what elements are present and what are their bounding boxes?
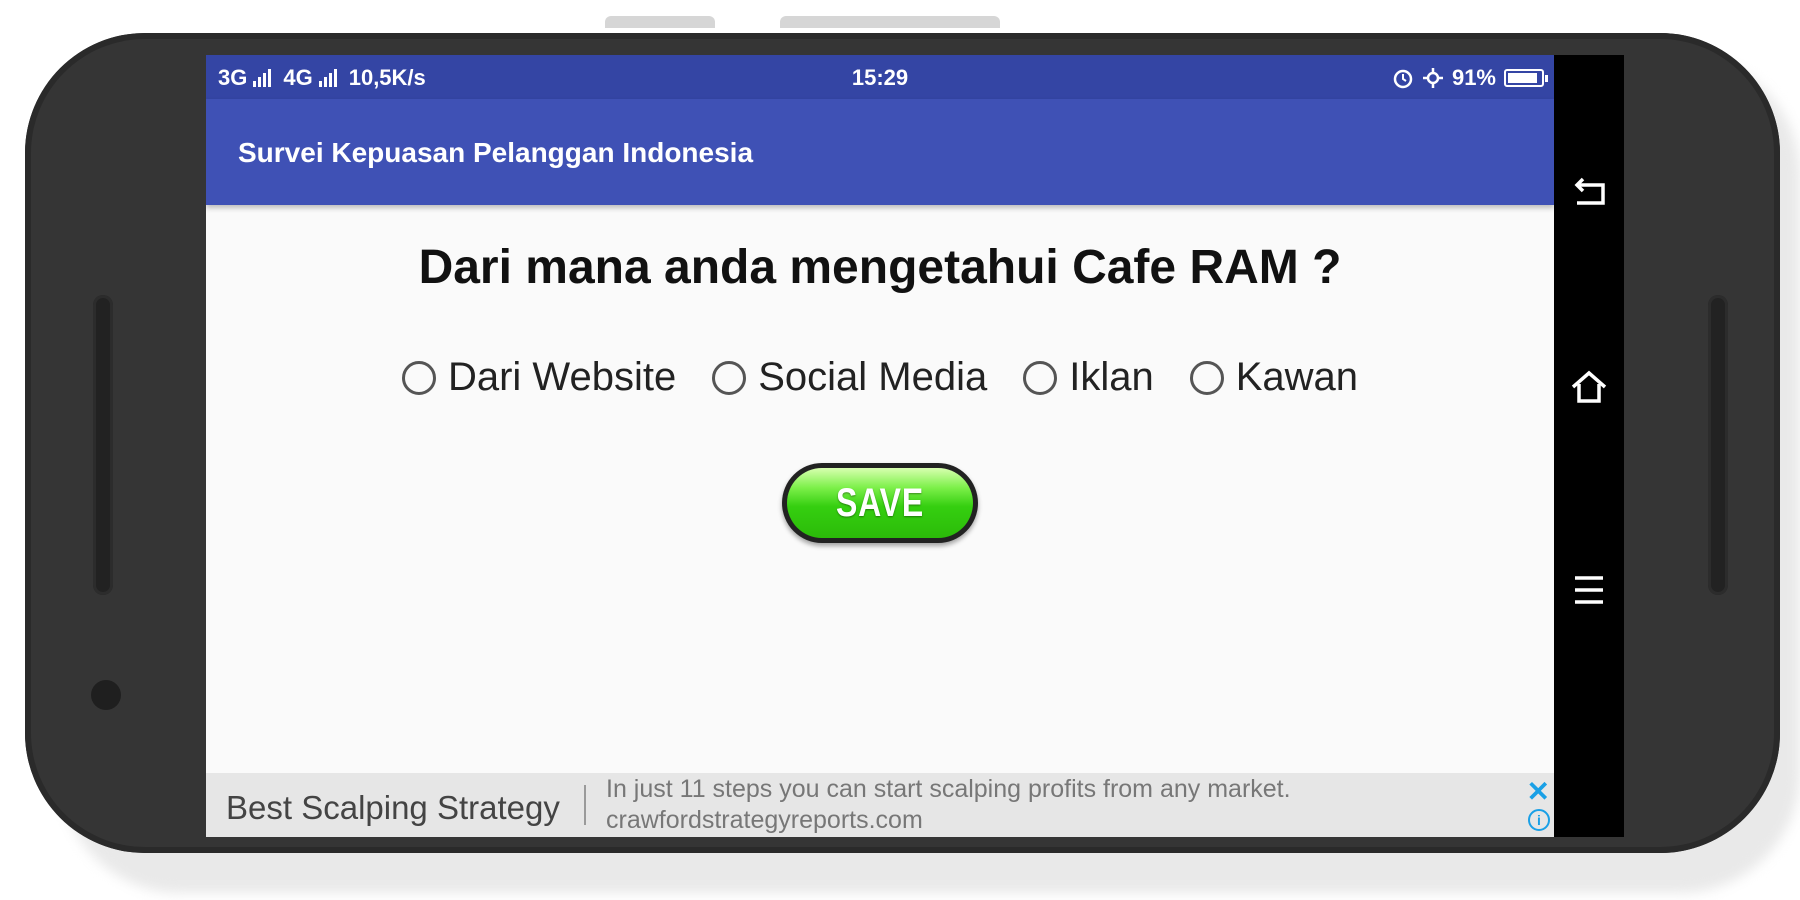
radio-option-kawan[interactable]: Kawan (1189, 355, 1359, 400)
alarm-icon (1393, 69, 1413, 89)
radio-label: Iklan (1069, 355, 1154, 399)
battery-icon (1504, 69, 1548, 87)
ad-banner[interactable]: Best Scalping Strategy In just 11 steps … (206, 773, 1554, 837)
settings-icon (1422, 68, 1443, 88)
phone-speaker-left (93, 295, 113, 595)
phone-top-button-left (605, 16, 715, 28)
menu-icon[interactable] (1569, 570, 1609, 610)
radio-circle[interactable] (712, 360, 747, 395)
radio-circle[interactable] (401, 360, 436, 395)
close-icon[interactable]: ✕ (1527, 775, 1550, 808)
save-label: SAVE (836, 480, 924, 525)
radio-label: Social Media (758, 355, 988, 399)
radio-option-social-media[interactable]: Social Media (712, 355, 987, 400)
battery-fill (1508, 73, 1538, 83)
home-icon[interactable] (1569, 367, 1609, 407)
radio-label: Dari Website (447, 355, 677, 399)
ad-description[interactable]: In just 11 steps you can start scalping … (606, 775, 1291, 804)
back-icon[interactable] (1569, 175, 1609, 215)
clock: 15:29 (851, 65, 909, 90)
app-toolbar: Survei Kepuasan Pelanggan Indonesia (206, 99, 1554, 205)
screen: 3G 4G 10,5K/s 15:29 91% Survei Kepuasan … (206, 55, 1624, 837)
radio-option-website[interactable]: Dari Website (401, 355, 677, 400)
phone-speaker-right (1708, 295, 1728, 595)
save-button-face: SAVE (787, 468, 973, 538)
radio-circle[interactable] (1189, 360, 1224, 395)
ad-title[interactable]: Best Scalping Strategy (226, 789, 560, 827)
phone-top-button-right (780, 16, 1000, 28)
radio-circle[interactable] (1023, 360, 1058, 395)
info-icon[interactable]: i (1528, 809, 1550, 831)
phone-camera (91, 680, 121, 710)
app-title: Survei Kepuasan Pelanggan Indonesia (238, 137, 754, 168)
app-window: 3G 4G 10,5K/s 15:29 91% Survei Kepuasan … (206, 55, 1554, 837)
answer-radio-group: Dari Website Social Media Iklan Kawan (206, 355, 1554, 400)
question-text: Dari mana anda mengetahui Cafe RAM ? (418, 241, 1342, 294)
navigation-bar (1554, 55, 1624, 837)
ad-divider (584, 785, 586, 825)
battery-percent: 91% (1451, 65, 1496, 90)
status-bar: 3G 4G 10,5K/s 15:29 91% (206, 55, 1554, 99)
ad-url[interactable]: crawfordstrategyreports.com (606, 806, 923, 835)
status-right: 91% (1392, 65, 1548, 91)
save-button[interactable]: SAVE (782, 463, 978, 543)
radio-option-iklan[interactable]: Iklan (1023, 355, 1154, 400)
radio-label: Kawan (1235, 355, 1359, 399)
